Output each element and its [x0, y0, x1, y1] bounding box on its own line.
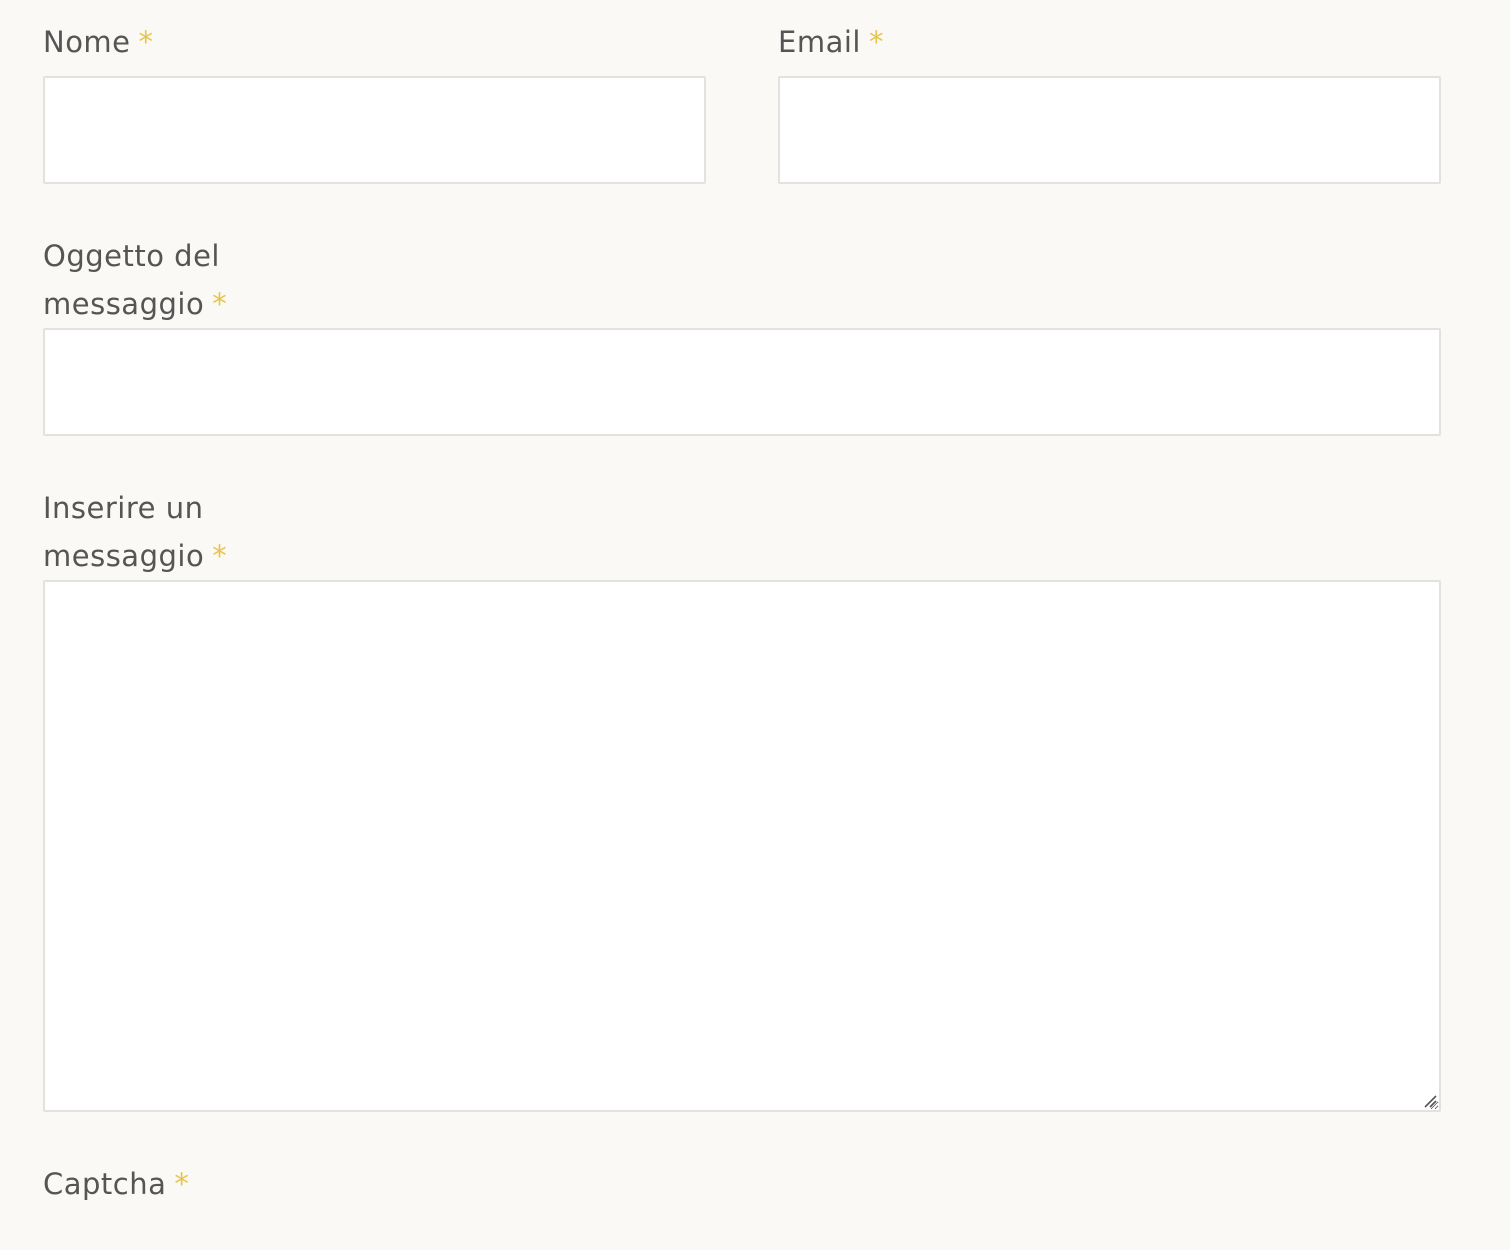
required-marker: *: [212, 539, 228, 573]
email-input[interactable]: [778, 76, 1441, 184]
nome-input[interactable]: [43, 76, 706, 184]
captcha-label-text: Captcha: [43, 1167, 167, 1201]
required-marker: *: [212, 287, 228, 321]
oggetto-label-line1: Oggetto del: [43, 239, 220, 273]
messaggio-label-line1: Inserire un: [43, 491, 204, 525]
oggetto-label: Oggetto del messaggio *: [43, 232, 227, 328]
oggetto-input[interactable]: [43, 328, 1441, 436]
required-marker: *: [174, 1167, 190, 1201]
nome-label: Nome *: [43, 18, 154, 66]
email-label-text: Email: [778, 25, 861, 59]
oggetto-label-line2: messaggio: [43, 287, 205, 321]
email-label: Email *: [778, 18, 884, 66]
nome-label-text: Nome: [43, 25, 131, 59]
captcha-label: Captcha *: [43, 1160, 189, 1208]
messaggio-label-line2-wrap: messaggio *: [43, 532, 227, 580]
messaggio-label: Inserire un messaggio *: [43, 484, 227, 580]
required-marker: *: [138, 25, 154, 59]
required-marker: *: [868, 25, 884, 59]
oggetto-label-line2-wrap: messaggio *: [43, 280, 227, 328]
messaggio-textarea[interactable]: [43, 580, 1441, 1112]
messaggio-label-line2: messaggio: [43, 539, 205, 573]
